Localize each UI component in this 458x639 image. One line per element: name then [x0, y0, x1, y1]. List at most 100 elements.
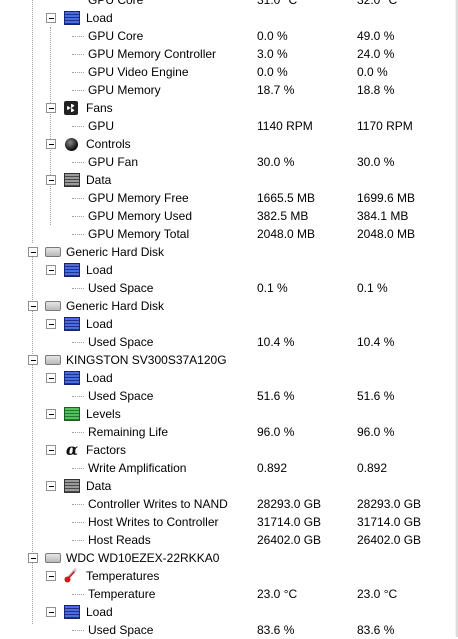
sensor-label: GPU Fan [88, 155, 139, 169]
sensor-value: 0.0 % [257, 29, 288, 43]
tree-guide [72, 54, 84, 55]
sensor-row[interactable]: GPU Core 31.0 °C 32.0 °C [0, 0, 455, 9]
hardware-row-hdd[interactable]: Generic Hard Disk [0, 243, 455, 261]
hard-disk-icon [45, 301, 61, 311]
load-bars-icon [64, 11, 80, 25]
sensor-row[interactable]: Host Writes to Controller 31714.0 GB 317… [0, 513, 455, 531]
sensor-row[interactable]: Host Reads 26402.0 GB 26402.0 GB [0, 531, 455, 549]
tree-guide [72, 36, 84, 37]
group-row-load[interactable]: Load [0, 603, 455, 621]
collapse-toggle[interactable] [46, 571, 56, 581]
sensor-max: 23.0 °C [357, 587, 398, 601]
tree-guide [72, 540, 84, 541]
tree-guide [72, 522, 84, 523]
collapse-toggle[interactable] [46, 175, 56, 185]
fan-icon [64, 101, 78, 115]
sensor-row[interactable]: GPU Core 0.0 % 49.0 % [0, 27, 455, 45]
sensor-row[interactable]: GPU Memory Free 1665.5 MB 1699.6 MB [0, 189, 455, 207]
sensor-value: 1665.5 MB [257, 191, 316, 205]
sensor-max: 2048.0 MB [357, 227, 416, 241]
group-row-load[interactable]: Load [0, 369, 455, 387]
sensor-label: GPU Memory Controller [88, 47, 217, 61]
group-label: Load [86, 605, 113, 619]
sensor-max: 1170 RPM [357, 119, 413, 133]
sensor-value: 51.6 % [257, 389, 295, 403]
load-bars-icon [64, 317, 80, 331]
sensor-value: 0.1 % [257, 281, 288, 295]
sensor-label: GPU Memory Free [88, 191, 189, 205]
sensor-label: Used Space [88, 623, 154, 637]
sensor-row[interactable]: GPU Memory Controller 3.0 % 24.0 % [0, 45, 455, 63]
sensor-row[interactable]: Used Space 0.1 % 0.1 % [0, 279, 455, 297]
sensor-max: 0.1 % [357, 281, 388, 295]
group-row-load[interactable]: Load [0, 9, 455, 27]
collapse-toggle[interactable] [28, 247, 38, 257]
sensor-max: 51.6 % [357, 389, 395, 403]
sensor-label: Controller Writes to NAND [88, 497, 228, 511]
sensor-label: GPU Memory Used [88, 209, 193, 223]
sensor-row[interactable]: Write Amplification 0.892 0.892 [0, 459, 455, 477]
sensor-max: 0.0 % [357, 65, 388, 79]
group-row-temperatures[interactable]: Temperatures [0, 567, 455, 585]
sensor-row[interactable]: Remaining Life 96.0 % 96.0 % [0, 423, 455, 441]
group-row-fans[interactable]: Fans [0, 99, 455, 117]
group-row-factors[interactable]: α Factors [0, 441, 455, 459]
sensor-row[interactable]: GPU Memory Total 2048.0 MB 2048.0 MB [0, 225, 455, 243]
collapse-toggle[interactable] [46, 139, 56, 149]
collapse-toggle[interactable] [46, 445, 56, 455]
tree-guide [72, 468, 84, 469]
collapse-toggle[interactable] [46, 13, 56, 23]
sensor-row[interactable]: Temperature 23.0 °C 23.0 °C [0, 585, 455, 603]
hardware-row-ssd[interactable]: KINGSTON SV300S37A120G [0, 351, 455, 369]
sensor-value: 3.0 % [257, 47, 288, 61]
group-label: Data [86, 479, 112, 493]
sensor-row[interactable]: GPU Memory Used 382.5 MB 384.1 MB [0, 207, 455, 225]
sensor-label: GPU Core [88, 0, 144, 7]
sensor-value: 0.0 % [257, 65, 288, 79]
group-label: Load [86, 263, 113, 277]
tree-guide [72, 216, 84, 217]
sensor-row[interactable]: GPU 1140 RPM 1170 RPM [0, 117, 455, 135]
collapse-toggle[interactable] [46, 103, 56, 113]
data-bars-icon [64, 479, 80, 493]
tree-guide [72, 432, 84, 433]
group-row-levels[interactable]: Levels [0, 405, 455, 423]
sensor-max: 31714.0 GB [357, 515, 422, 529]
sensor-row[interactable]: Controller Writes to NAND 28293.0 GB 282… [0, 495, 455, 513]
group-row-load[interactable]: Load [0, 315, 455, 333]
group-row-controls[interactable]: Controls [0, 135, 455, 153]
control-knob-icon [65, 138, 78, 151]
group-label: Temperatures [86, 569, 160, 583]
sensor-max: 1699.6 MB [357, 191, 416, 205]
sensor-row[interactable]: GPU Video Engine 0.0 % 0.0 % [0, 63, 455, 81]
sensor-value: 2048.0 MB [257, 227, 316, 241]
collapse-toggle[interactable] [28, 553, 38, 563]
group-row-data[interactable]: Data [0, 171, 455, 189]
sensor-value: 31.0 °C [257, 0, 298, 7]
group-label: Load [86, 371, 113, 385]
group-row-data[interactable]: Data [0, 477, 455, 495]
hardware-row-hdd[interactable]: WDC WD10EZEX-22RKKA0 [0, 549, 455, 567]
hardware-label: KINGSTON SV300S37A120G [66, 353, 227, 367]
sensor-row[interactable]: Used Space 10.4 % 10.4 % [0, 333, 455, 351]
collapse-toggle[interactable] [46, 409, 56, 419]
collapse-toggle[interactable] [46, 373, 56, 383]
group-row-load[interactable]: Load [0, 261, 455, 279]
sensor-label: Host Writes to Controller [88, 515, 219, 529]
collapse-toggle[interactable] [46, 481, 56, 491]
hardware-row-hdd[interactable]: Generic Hard Disk [0, 297, 455, 315]
collapse-toggle[interactable] [46, 265, 56, 275]
sensor-row[interactable]: GPU Memory 18.7 % 18.8 % [0, 81, 455, 99]
sensor-label: GPU [88, 119, 115, 133]
hard-disk-icon [45, 247, 61, 257]
sensor-max: 49.0 % [357, 29, 395, 43]
collapse-toggle[interactable] [46, 607, 56, 617]
collapse-toggle[interactable] [46, 319, 56, 329]
sensor-label: Write Amplification [88, 461, 187, 475]
collapse-toggle[interactable] [28, 301, 38, 311]
collapse-toggle[interactable] [28, 355, 38, 365]
sensor-row[interactable]: Used Space 83.6 % 83.6 % [0, 621, 455, 639]
sensor-value: 382.5 MB [257, 209, 309, 223]
sensor-row[interactable]: Used Space 51.6 % 51.6 % [0, 387, 455, 405]
sensor-row[interactable]: GPU Fan 30.0 % 30.0 % [0, 153, 455, 171]
